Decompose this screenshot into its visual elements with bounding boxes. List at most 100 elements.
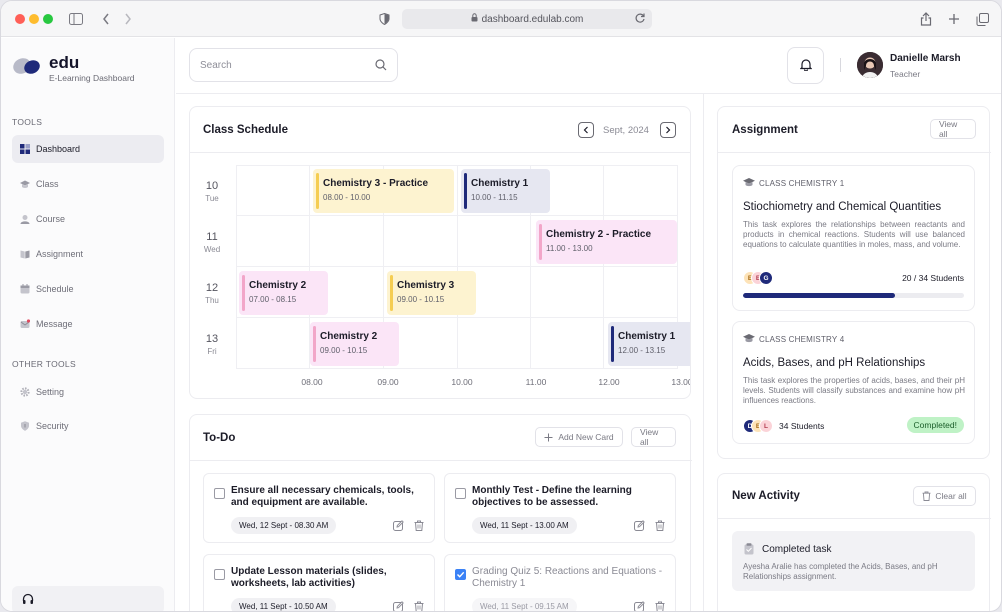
chevron-left-icon xyxy=(583,126,588,134)
trash-icon[interactable] xyxy=(414,520,424,534)
sidebar-item-schedule[interactable]: Schedule xyxy=(12,275,164,303)
search-input[interactable]: Search xyxy=(189,48,398,82)
minimize-window-button[interactable] xyxy=(29,14,39,24)
shield-privacy-icon[interactable] xyxy=(375,10,393,28)
schedule-event[interactable]: Chemistry 2 09.00 - 10.15 xyxy=(310,322,399,366)
todo-date: Wed, 11 Sept - 10.50 AM xyxy=(231,598,336,611)
sidebar-item-dashboard[interactable]: Dashboard xyxy=(12,135,164,163)
view-all-label: View all xyxy=(640,427,659,447)
todo-view-all-button[interactable]: View all xyxy=(631,427,676,447)
brand[interactable]: edu E-Learning Dashboard xyxy=(13,53,135,83)
plus-icon xyxy=(544,433,553,441)
close-window-button[interactable] xyxy=(15,14,25,24)
url-text: dashboard.edulab.com xyxy=(481,13,584,25)
sidebar-item-course[interactable]: Course xyxy=(12,205,164,233)
schedule-event[interactable]: Chemistry 3 - Practice 08.00 - 10.00 xyxy=(313,169,454,213)
event-name: Chemistry 2 xyxy=(249,280,307,291)
student-avatars: E E G xyxy=(743,271,783,285)
edit-icon[interactable] xyxy=(393,520,404,534)
share-icon[interactable] xyxy=(917,10,935,28)
sidebar-item-security[interactable]: Security xyxy=(12,412,164,440)
event-name: Chemistry 3 xyxy=(397,280,455,291)
todo-checkbox[interactable] xyxy=(214,488,225,499)
todo-checkbox[interactable] xyxy=(455,488,466,499)
todo-item[interactable]: Ensure all necessary chemicals, tools, a… xyxy=(203,473,435,543)
next-month-button[interactable] xyxy=(660,122,676,138)
avatar: L xyxy=(759,419,773,433)
event-time: 09.00 - 10.15 xyxy=(320,346,368,355)
event-name: Chemistry 3 - Practice xyxy=(323,178,429,189)
sidebar-item-label: Class xyxy=(36,179,59,189)
reload-icon[interactable] xyxy=(634,12,646,27)
trash-icon[interactable] xyxy=(655,601,665,611)
address-bar[interactable]: dashboard.edulab.com xyxy=(402,9,652,29)
status-badge: Completed! xyxy=(906,417,964,433)
edit-icon[interactable] xyxy=(634,601,645,611)
todo-title: To-Do xyxy=(203,432,236,444)
todo-item[interactable]: Monthly Test - Define the learning objec… xyxy=(444,473,676,543)
prev-month-button[interactable] xyxy=(578,122,594,138)
schedule-grid-cell xyxy=(604,165,678,216)
todo-date: Wed, 11 Sept - 13.00 AM xyxy=(472,517,577,534)
progress-bar xyxy=(743,293,964,298)
event-name: Chemistry 1 xyxy=(618,331,676,342)
assignment-item[interactable]: CLASS CHEMISTRY 1 Stiochiometry and Chem… xyxy=(732,165,975,311)
notification-button[interactable] xyxy=(787,47,824,84)
sidebar-item-assignment[interactable]: Assignment xyxy=(12,240,164,268)
time-label: 12.00 xyxy=(598,377,620,387)
sidebar-toggle-icon[interactable] xyxy=(67,10,85,28)
user-name[interactable]: Danielle Marsh xyxy=(890,53,961,64)
edit-icon[interactable] xyxy=(634,520,645,534)
schedule-event[interactable]: Chemistry 3 09.00 - 10.15 xyxy=(387,271,476,315)
time-label: 13.00 xyxy=(671,377,691,387)
checkmark-icon xyxy=(457,571,465,578)
todo-checkbox[interactable] xyxy=(214,569,225,580)
back-icon[interactable] xyxy=(97,10,115,28)
schedule-event[interactable]: Chemistry 2 - Practice 11.00 - 13.00 xyxy=(536,220,677,264)
progress-fill xyxy=(743,293,896,298)
event-time: 12.00 - 13.15 xyxy=(618,346,666,355)
tools-section-title: TOOLS xyxy=(12,117,43,127)
todo-item[interactable]: Update Lesson materials (slides, workshe… xyxy=(203,554,435,611)
add-new-card-button[interactable]: Add New Card xyxy=(535,427,623,447)
sidebar-item-class[interactable]: Class xyxy=(12,170,164,198)
maximize-window-button[interactable] xyxy=(43,14,53,24)
graduation-cap-icon xyxy=(20,179,30,189)
sidebar-item-setting[interactable]: Setting xyxy=(12,378,164,406)
avatar[interactable] xyxy=(857,52,883,78)
trash-icon[interactable] xyxy=(414,601,424,611)
schedule-event[interactable]: Chemistry 1 10.00 - 11.15 xyxy=(461,169,550,213)
sidebar-item-message[interactable]: Message xyxy=(12,310,164,338)
sidebar-item-label: Course xyxy=(36,214,66,224)
class-schedule-card: Class Schedule Sept, 2024 10 Tue 11 Wed … xyxy=(189,106,691,399)
schedule-grid-cell xyxy=(236,216,310,267)
shield-icon xyxy=(20,421,30,431)
assignment-view-all-button[interactable]: View all xyxy=(930,119,976,139)
calendar-icon xyxy=(20,284,30,294)
schedule-grid-cell xyxy=(458,318,531,369)
activity-item[interactable]: Completed task Ayesha Aralie has complet… xyxy=(732,531,975,591)
trash-icon[interactable] xyxy=(655,520,665,534)
schedule-event[interactable]: Chemistry 1 12.00 - 13.15 xyxy=(608,322,690,366)
help-button[interactable] xyxy=(12,586,164,611)
forward-icon[interactable] xyxy=(119,10,137,28)
activity-header-divider xyxy=(718,518,991,519)
day-name: Wed xyxy=(203,245,221,254)
header-divider-line xyxy=(176,93,1001,94)
assignment-item[interactable]: CLASS CHEMISTRY 4 Acids, Bases, and pH R… xyxy=(732,321,975,444)
month-label: Sept, 2024 xyxy=(603,125,649,136)
brand-subtitle: E-Learning Dashboard xyxy=(49,73,135,83)
search-icon[interactable] xyxy=(375,59,387,74)
tabs-overview-icon[interactable] xyxy=(973,10,991,28)
dashboard-icon xyxy=(20,144,30,154)
todo-item[interactable]: Grading Quiz 5: Reactions and Equations … xyxy=(444,554,676,611)
new-tab-icon[interactable] xyxy=(945,10,963,28)
time-label: 09.00 xyxy=(377,377,399,387)
todo-checkbox[interactable] xyxy=(455,569,466,580)
schedule-event[interactable]: Chemistry 2 07.00 - 08.15 xyxy=(239,271,328,315)
edit-icon[interactable] xyxy=(393,601,404,611)
message-icon xyxy=(20,319,31,329)
gear-icon xyxy=(20,387,30,397)
schedule-grid-cell xyxy=(458,216,531,267)
clear-all-button[interactable]: Clear all xyxy=(913,486,976,506)
